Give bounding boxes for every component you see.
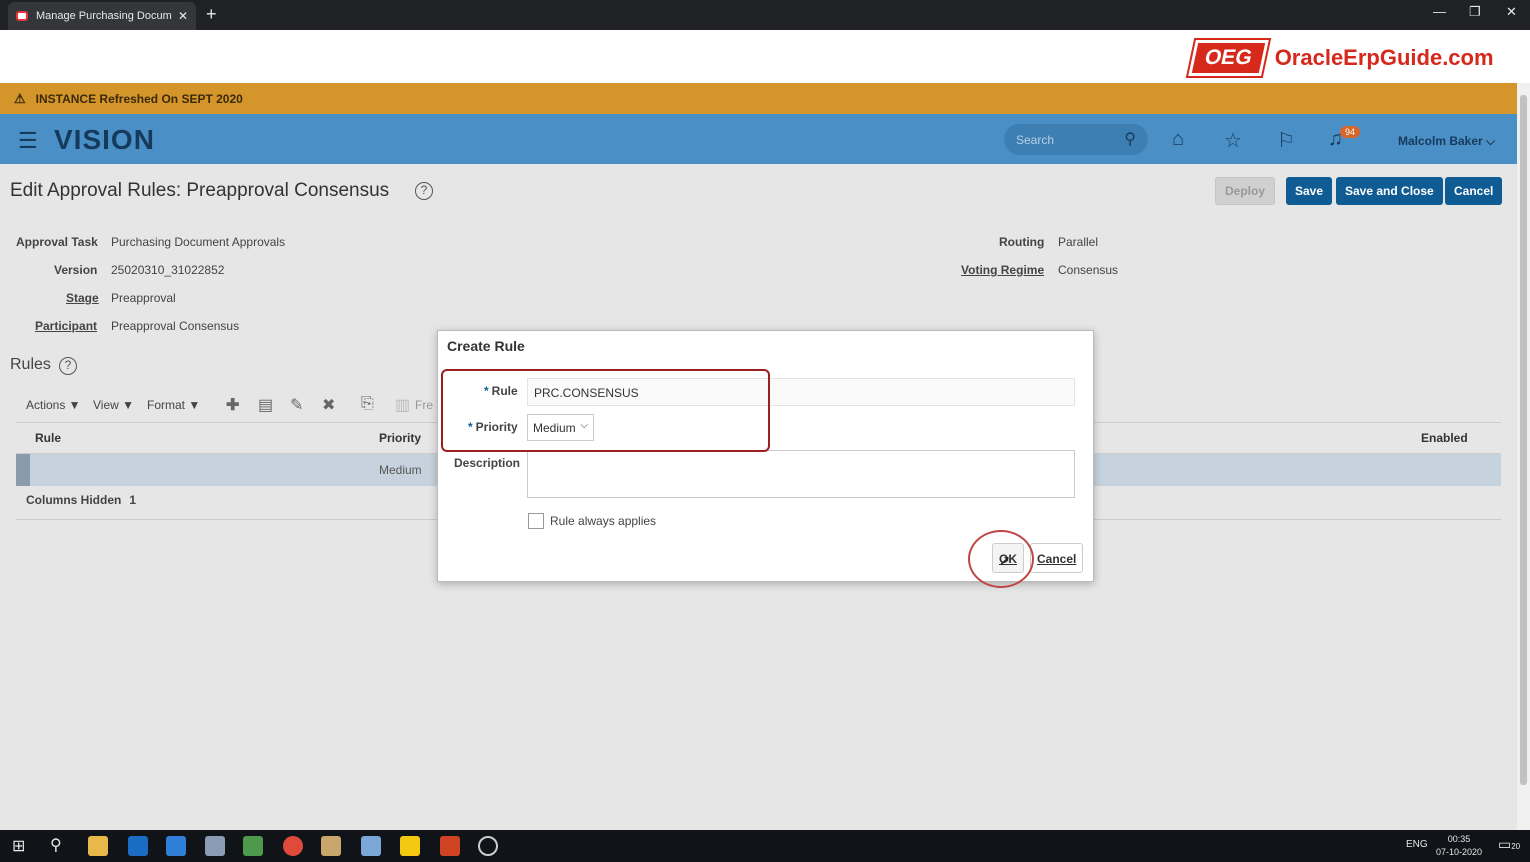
tab-title: Manage Purchasing Document A [36, 10, 172, 22]
user-name: Malcolm Baker [1398, 134, 1483, 148]
vision-logo[interactable]: VISION [54, 124, 155, 156]
language-indicator[interactable]: ENG [1406, 839, 1428, 850]
row-selection-marker [16, 454, 30, 486]
system-clock[interactable]: 00:35 07-10-2020 [1436, 833, 1482, 859]
search-icon[interactable]: ⚲ [1124, 129, 1136, 149]
network-app-icon[interactable] [205, 836, 225, 856]
notification-center-count: 20 [1511, 842, 1521, 851]
notepad-icon[interactable] [243, 836, 263, 856]
app-header: ☰ VISION Search ⚲ ⌂ ☆ ⚐ ♫ 94 Malcolm Bak… [0, 114, 1517, 164]
columns-hidden-indicator: Columns Hidden 1 [26, 493, 136, 507]
save-and-close-button[interactable]: Save and Close [1336, 177, 1443, 205]
flag-icon[interactable]: ⚐ [1277, 128, 1295, 153]
page-scrollbar[interactable] [1517, 83, 1530, 830]
windows-taskbar: ⊞ ⚲ ENG 00:35 07-10-2020 ▭20 [0, 830, 1530, 862]
paint-icon[interactable] [321, 836, 341, 856]
minimize-button[interactable]: — [1433, 4, 1446, 19]
chevron-down-icon: ⌵ [1486, 134, 1496, 148]
rule-always-applies-label[interactable]: Rule always applies [550, 514, 656, 528]
notification-center-icon[interactable]: ▭20 [1498, 836, 1520, 853]
sticky-notes-icon[interactable] [400, 836, 420, 856]
oeg-logo: OEG OracleErpGuide.com [1185, 38, 1494, 78]
columns-hidden-count: 1 [129, 493, 137, 507]
rule-always-applies-checkbox[interactable] [528, 513, 544, 529]
browser-tab[interactable]: Manage Purchasing Document A ✕ [8, 2, 196, 30]
format-menu[interactable]: Format ▼ [147, 398, 200, 412]
cancel-button[interactable]: Cancel [1445, 177, 1503, 205]
stage-value: Preapproval [111, 291, 176, 305]
approval-task-value: Purchasing Document Approvals [111, 235, 286, 249]
notification-count-badge: 94 [1340, 126, 1361, 138]
add-icon[interactable]: ✚ [226, 395, 239, 415]
participant-value: Preapproval Consensus [111, 319, 240, 333]
powerpoint-icon[interactable] [440, 836, 460, 856]
tab-close-icon[interactable]: ✕ [178, 9, 188, 23]
stage-label[interactable]: Stage [66, 291, 99, 305]
clock-date: 07-10-2020 [1436, 847, 1483, 857]
description-textarea[interactable] [527, 450, 1075, 498]
save-button[interactable]: Save [1286, 177, 1333, 205]
warning-text: INSTANCE Refreshed On SEPT 2020 [35, 91, 243, 106]
oeg-logo-text: OracleErpGuide.com [1274, 45, 1494, 70]
clock-time: 00:35 [1447, 834, 1471, 844]
priority-cell: Medium [379, 463, 422, 477]
restore-button[interactable]: ❐ [1469, 4, 1481, 20]
help-icon[interactable]: ? [415, 182, 433, 200]
enabled-column-header[interactable]: Enabled [1421, 431, 1468, 445]
version-value: 25020310_31022852 [111, 263, 225, 277]
dialog-cancel-button[interactable]: Cancel [1030, 543, 1084, 573]
home-icon[interactable]: ⌂ [1172, 128, 1184, 151]
approval-task-label: Approval Task [16, 235, 98, 249]
window-close-button[interactable]: ✕ [1506, 4, 1517, 20]
mail-icon[interactable] [166, 836, 186, 856]
search-icon[interactable]: ⚲ [50, 835, 62, 855]
actions-menu[interactable]: Actions ▼ [26, 398, 81, 412]
delete-icon[interactable]: ✖ [322, 395, 335, 415]
dialog-title: Create Rule [447, 338, 525, 354]
voting-regime-label[interactable]: Voting Regime [961, 263, 1044, 277]
search-input[interactable]: Search ⚲ [1004, 124, 1148, 155]
search-placeholder: Search [1016, 133, 1055, 147]
freeze-label[interactable]: Fre [415, 398, 433, 412]
freeze-icon[interactable]: ▥ [395, 395, 410, 415]
description-label: Description [454, 456, 521, 470]
rule-column-header[interactable]: Rule [35, 431, 61, 445]
page-title: Edit Approval Rules: Preapproval Consens… [10, 180, 390, 201]
browser-tab-bar: Manage Purchasing Document A ✕ + — ❐ ✕ [0, 0, 1530, 30]
rules-section-title: Rules [10, 356, 51, 373]
version-label: Version [54, 263, 98, 277]
edit-icon[interactable]: ✎ [290, 395, 303, 415]
annotation-highlight-box [441, 369, 770, 452]
outlook-icon[interactable] [128, 836, 148, 856]
new-tab-button[interactable]: + [206, 4, 217, 25]
warning-icon: ⚠ [14, 90, 26, 106]
star-icon[interactable]: ☆ [1224, 128, 1242, 153]
rules-help-icon[interactable]: ? [59, 357, 77, 375]
view-menu[interactable]: View ▼ [93, 398, 134, 412]
recorder-icon[interactable] [478, 836, 498, 856]
routing-label: Routing [999, 235, 1045, 249]
priority-column-header[interactable]: Priority [379, 431, 421, 445]
app-icon[interactable] [361, 836, 381, 856]
file-explorer-icon[interactable] [88, 836, 108, 856]
mouse-cursor-icon: ➚ [999, 552, 1011, 568]
instance-warning-banner: ⚠ INSTANCE Refreshed On SEPT 2020 [0, 83, 1517, 114]
columns-hidden-label: Columns Hidden [26, 493, 122, 507]
routing-value: Parallel [1058, 235, 1099, 249]
voting-regime-value: Consensus [1058, 263, 1119, 277]
participant-label[interactable]: Participant [35, 319, 97, 333]
user-menu[interactable]: Malcolm Baker ⌵ [1398, 134, 1495, 149]
menu-icon[interactable]: ☰ [18, 128, 38, 154]
chrome-icon[interactable] [283, 836, 303, 856]
oeg-logo-box: OEG [1185, 38, 1271, 78]
scrollbar-thumb[interactable] [1520, 95, 1527, 785]
deploy-button[interactable]: Deploy [1215, 177, 1276, 205]
detach-icon[interactable]: ⎘ [361, 395, 374, 413]
oracle-favicon-icon [16, 11, 28, 21]
duplicate-icon[interactable]: ▤ [258, 395, 273, 415]
windows-start-icon[interactable]: ⊞ [12, 836, 25, 856]
